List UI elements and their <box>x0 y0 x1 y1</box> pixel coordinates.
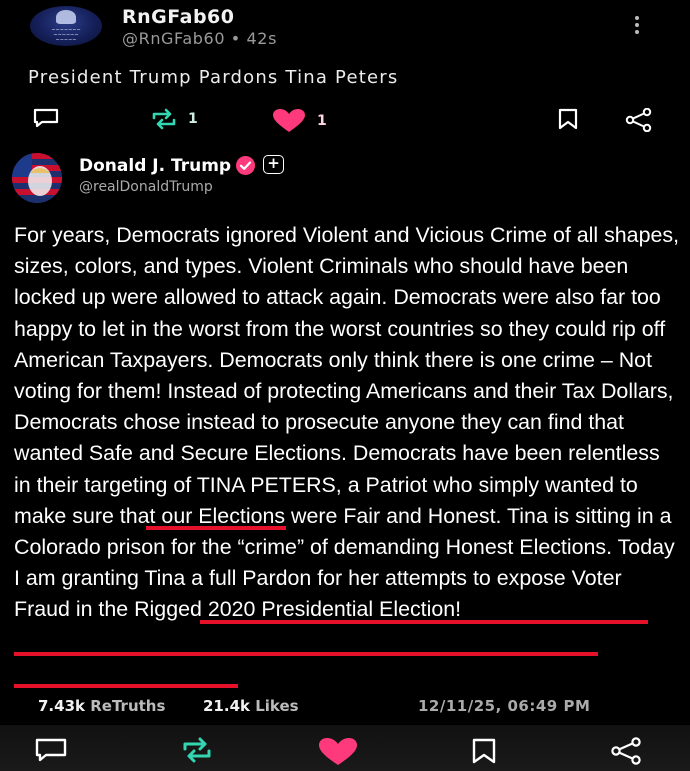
flag-portrait-graphic <box>12 153 62 203</box>
avatar-graphic-text: ~~~~~~~ ~~~~~~ ~~~~~ <box>51 27 81 43</box>
reply-icon <box>35 738 67 762</box>
plus-badge[interactable]: + <box>263 155 284 174</box>
underline-pardon-line1 <box>200 620 648 624</box>
inner-display-name[interactable]: Donald J. Trump <box>79 156 231 176</box>
likes-count: 21.4k <box>203 697 250 715</box>
outer-bookmark-button[interactable] <box>557 108 579 130</box>
bookmark-icon <box>558 108 578 130</box>
underline-tina-peters <box>146 526 286 530</box>
outer-retruth-count: 1 <box>188 111 198 127</box>
retruth-button[interactable] <box>181 737 213 763</box>
likes-stat[interactable]: 21.4k Likes <box>203 697 299 715</box>
reply-button[interactable] <box>35 738 67 762</box>
share-icon <box>611 737 641 765</box>
heart-icon <box>319 738 357 765</box>
outer-like-button[interactable]: 1 <box>271 108 327 134</box>
post-body-part-1: For years, Democrats ignored Violent and… <box>14 223 680 497</box>
outer-handle-time: @RnGFab60 • 42s <box>122 29 278 48</box>
retruths-stat[interactable]: 7.43k ReTruths <box>38 697 165 715</box>
outer-retruth-button[interactable]: 1 <box>150 108 198 130</box>
share-icon <box>625 108 652 132</box>
bookmark-icon <box>472 738 496 764</box>
post-body: For years, Democrats ignored Violent and… <box>14 220 680 626</box>
heart-icon <box>273 109 305 132</box>
inner-handle: @realDonaldTrump <box>79 179 213 195</box>
avatar-emblem <box>56 10 76 24</box>
underline-pardon-line2 <box>14 652 598 656</box>
outer-share-button[interactable] <box>625 108 653 132</box>
retruths-label: ReTruths <box>90 697 166 715</box>
inner-avatar[interactable] <box>12 153 62 203</box>
retruth-icon <box>183 737 211 763</box>
post-timestamp: 12/11/25, 06:49 PM <box>418 697 591 715</box>
underline-pardon-line3 <box>14 684 238 688</box>
highlight-tina-peters: TINA PETERS, <box>196 472 342 497</box>
like-button[interactable] <box>317 737 359 767</box>
outer-display-name[interactable]: RnGFab60 <box>122 6 234 28</box>
outer-post-text: President Trump Pardons Tina Peters <box>28 67 399 88</box>
bookmark-button[interactable] <box>471 738 497 764</box>
reply-icon <box>33 108 59 128</box>
retruth-icon <box>152 108 176 130</box>
outer-like-count: 1 <box>317 113 327 129</box>
verified-badge-icon <box>236 156 255 175</box>
outer-avatar[interactable]: ~~~~~~~ ~~~~~~ ~~~~~ <box>30 6 102 46</box>
more-vertical-icon[interactable] <box>634 16 640 36</box>
retruths-count: 7.43k <box>38 697 85 715</box>
likes-label: Likes <box>255 697 299 715</box>
share-button[interactable] <box>610 737 642 765</box>
outer-reply-button[interactable] <box>33 108 59 128</box>
